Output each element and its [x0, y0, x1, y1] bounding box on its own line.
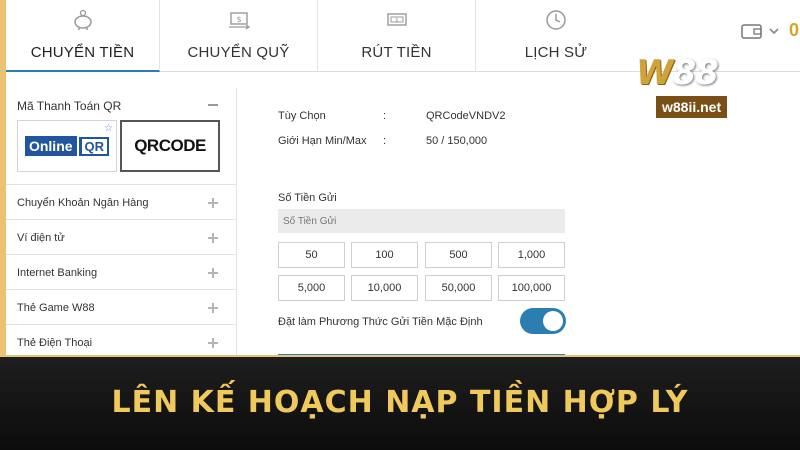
star-icon: ☆: [104, 123, 113, 134]
plus-icon[interactable]: [208, 233, 218, 243]
piggy-bank-icon: [73, 9, 92, 30]
chevron-down-icon[interactable]: [769, 27, 779, 35]
clock-history-icon: [546, 10, 566, 30]
tab-chuyen-quy[interactable]: $ CHUYỂN QUỸ: [160, 0, 318, 72]
tab-label: CHUYỂN QUỸ: [187, 44, 290, 61]
amount-button-500[interactable]: 500: [425, 242, 492, 268]
tab-label: CHUYỂN TIỀN: [30, 44, 135, 61]
separator: :: [383, 110, 387, 122]
qrcode-logo: QRCODE: [134, 136, 206, 155]
plus-icon[interactable]: [208, 268, 218, 278]
default-method-toggle[interactable]: [520, 308, 566, 334]
withdraw-cash-icon: $: [386, 13, 407, 26]
wallet-icon[interactable]: [741, 22, 763, 40]
limit-key: Giới Hạn Min/Max: [278, 135, 367, 147]
sidebar-item-label: Chuyển Khoản Ngân Hàng: [17, 197, 149, 209]
banner-text: LÊN KẾ HOẠCH NẠP TIỀN HỢP LÝ: [111, 385, 689, 420]
qrcode-option[interactable]: QRCODE: [120, 120, 220, 172]
sidebar-item-label: Thẻ Điện Thoại: [17, 337, 93, 349]
transfer-money-icon: $: [228, 12, 250, 30]
wallet-area[interactable]: 0: [741, 20, 799, 41]
amount-button-10000[interactable]: 10,000: [351, 275, 418, 301]
amount-button-50[interactable]: 50: [278, 242, 345, 268]
amount-button-100[interactable]: 100: [351, 242, 418, 268]
online-qr-option[interactable]: Online QR ☆: [17, 120, 117, 172]
amount-button-50000[interactable]: 50,000: [425, 275, 492, 301]
sidebar-item-internet-banking[interactable]: Internet Banking: [6, 254, 237, 289]
logo-mark: W88: [636, 53, 719, 93]
collapse-icon[interactable]: [208, 104, 218, 106]
brand-logo: W88 w88ii.net: [636, 54, 766, 118]
logo-url: w88ii.net: [656, 96, 728, 118]
sidebar-section-label: Mã Thanh Toán QR: [17, 99, 122, 113]
plus-icon[interactable]: [208, 198, 218, 208]
option-value: QRCodeVNDV2: [426, 110, 506, 122]
amount-label: Số Tiền Gửi: [278, 192, 337, 204]
sidebar-section-qr[interactable]: Mã Thanh Toán QR: [6, 88, 237, 118]
sidebar-item-bank-transfer[interactable]: Chuyển Khoản Ngân Hàng: [6, 184, 237, 219]
promo-banner: LÊN KẾ HOẠCH NẠP TIỀN HỢP LÝ: [0, 355, 800, 450]
sidebar-item-label: Ví điện tử: [17, 232, 65, 244]
option-key: Tùy Chọn: [278, 110, 326, 122]
sidebar-item-label: Thẻ Game W88: [17, 302, 95, 314]
plus-icon[interactable]: [208, 338, 218, 348]
tab-lich-su[interactable]: LỊCH SỬ: [476, 0, 636, 72]
sidebar-item-phone-card[interactable]: Thẻ Điện Thoại: [6, 324, 237, 359]
separator: :: [383, 135, 387, 147]
tab-chuyen-tien[interactable]: CHUYỂN TIỀN: [6, 0, 160, 72]
sidebar-item-e-wallet[interactable]: Ví điện tử: [6, 219, 237, 254]
online-qr-logo: Online QR: [24, 136, 110, 156]
sidebar-item-game-card[interactable]: Thẻ Game W88: [6, 289, 237, 324]
amount-button-1000[interactable]: 1,000: [498, 242, 565, 268]
limit-value: 50 / 150,000: [426, 135, 488, 147]
amount-button-100000[interactable]: 100,000: [498, 275, 565, 301]
svg-text:$: $: [395, 17, 398, 23]
default-method-label: Đặt làm Phương Thức Gửi Tiền Mặc Định: [278, 316, 483, 328]
amount-button-5000[interactable]: 5,000: [278, 275, 345, 301]
tab-rut-tien[interactable]: $ RÚT TIỀN: [318, 0, 476, 72]
tab-label: LỊCH SỬ: [524, 44, 588, 61]
toggle-knob: [543, 311, 563, 331]
plus-icon[interactable]: [208, 303, 218, 313]
balance-value: 0: [789, 20, 800, 40]
sidebar-item-label: Internet Banking: [17, 267, 98, 279]
svg-text:$: $: [236, 15, 241, 24]
amount-input[interactable]: [278, 209, 565, 233]
tab-label: RÚT TIỀN: [361, 44, 432, 61]
